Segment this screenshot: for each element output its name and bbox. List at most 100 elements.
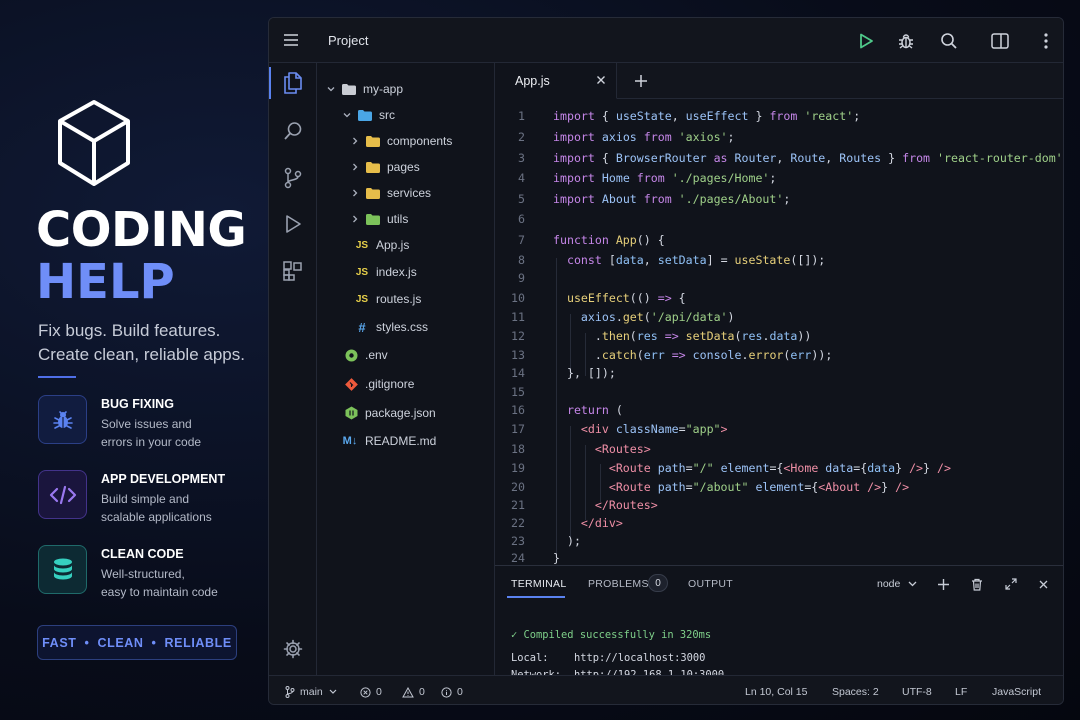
errors-indicator[interactable]: 0 — [360, 686, 382, 698]
warnings-indicator[interactable]: 0 — [402, 686, 425, 698]
code-line: useEffect(() => { — [566, 291, 686, 305]
code-line: function App() { — [553, 233, 665, 247]
source-control-icon[interactable] — [269, 158, 317, 198]
tree-folder-utils[interactable]: utils — [349, 209, 408, 229]
tree-folder-my-app[interactable]: my-app — [325, 79, 403, 99]
tree-file-routes-js[interactable]: JS routes.js — [355, 289, 421, 309]
code-line: </div> — [580, 516, 623, 530]
language-mode[interactable]: JavaScript — [992, 686, 1041, 698]
feature-bug-fixing: BUG FIXING Solve issues and errors in you… — [38, 395, 258, 449]
tree-file-readme-md[interactable]: M↓ README.md — [342, 431, 437, 451]
trash-icon[interactable] — [969, 576, 985, 592]
add-terminal-icon[interactable] — [935, 576, 951, 592]
file-explorer: my-app src components pages services uti… — [317, 63, 495, 675]
badge-separator: • — [84, 635, 90, 650]
search-icon[interactable] — [269, 111, 317, 151]
badge-separator: • — [151, 635, 157, 650]
more-icon[interactable] — [1035, 30, 1057, 52]
line-number: 9 — [518, 271, 525, 285]
feature-clean-code: CLEAN CODE Well-structured, easy to maint… — [38, 545, 258, 599]
badge-word: CLEAN — [97, 635, 144, 650]
project-title: Project — [328, 33, 369, 48]
feature-desc-line2: errors in your code — [101, 435, 202, 449]
line-number: 23 — [511, 534, 525, 548]
code-line: } — [553, 551, 560, 565]
error-icon — [360, 686, 371, 698]
info-indicator[interactable]: 0 — [441, 686, 463, 698]
terminal-local-label: Local: — [511, 652, 549, 664]
add-tab-icon[interactable] — [632, 72, 650, 90]
line-number: 1 — [518, 109, 525, 123]
badge-word: RELIABLE — [164, 635, 232, 650]
shell-select[interactable]: node — [877, 578, 917, 590]
search-icon[interactable] — [938, 30, 960, 52]
tab-app-js[interactable]: App.js — [495, 63, 617, 99]
code-line: <Route path="/" element={<Home data={dat… — [608, 461, 951, 475]
tree-file-index-js[interactable]: JS index.js — [355, 262, 417, 282]
markdown-file-icon: M↓ — [342, 435, 358, 447]
tab-terminal[interactable]: TERMINAL — [511, 578, 567, 590]
code-line: import { BrowserRouter as Router, Route,… — [553, 151, 1063, 165]
debug-icon[interactable] — [895, 30, 917, 52]
tagline-divider — [38, 376, 76, 378]
tree-folder-components[interactable]: components — [349, 131, 452, 151]
tree-folder-src[interactable]: src — [341, 105, 395, 125]
indentation[interactable]: Spaces: 2 — [832, 686, 879, 698]
line-number: 13 — [511, 348, 525, 362]
code-line: import Home from './pages/Home'; — [553, 171, 777, 185]
tagline-line1: Fix bugs. Build features. — [38, 321, 221, 340]
code-editor[interactable]: 1 import { useState, useEffect } from 're… — [495, 99, 1063, 565]
line-number: 18 — [511, 442, 525, 456]
extensions-icon[interactable] — [269, 251, 317, 291]
code-line: import About from './pages/About'; — [553, 192, 791, 206]
folder-icon — [341, 83, 357, 95]
tree-folder-pages[interactable]: pages — [349, 157, 420, 177]
tree-folder-services[interactable]: services — [349, 183, 431, 203]
warnings-count: 0 — [419, 686, 425, 698]
tree-file-gitignore[interactable]: .gitignore — [343, 374, 414, 394]
feature-title: APP DEVELOPMENT — [101, 472, 226, 486]
tree-file-package-json[interactable]: package.json — [343, 403, 436, 423]
split-editor-icon[interactable] — [989, 30, 1011, 52]
hero-title-line1: CODING — [36, 202, 247, 258]
settings-icon[interactable] — [269, 629, 317, 669]
shell-name: node — [877, 578, 901, 590]
info-count: 0 — [457, 686, 463, 698]
branch-indicator[interactable]: main — [285, 686, 342, 698]
maximize-icon[interactable] — [1003, 576, 1019, 592]
values-badge: FAST • CLEAN • RELIABLE — [37, 625, 237, 660]
code-line: </Routes> — [594, 498, 658, 512]
tree-file-styles-css[interactable]: # styles.css — [355, 317, 428, 337]
chevron-right-icon — [349, 162, 361, 172]
tab-problems[interactable]: PROBLEMS — [588, 578, 649, 590]
tree-file-app-js[interactable]: JS App.js — [355, 235, 409, 255]
close-icon[interactable] — [1035, 576, 1051, 592]
feature-title: BUG FIXING — [101, 397, 174, 411]
code-line: <div className="app"> — [580, 422, 728, 436]
menu-icon[interactable] — [283, 32, 299, 48]
tree-label: services — [387, 186, 432, 200]
tab-output[interactable]: OUTPUT — [688, 578, 733, 590]
chevron-down-icon — [325, 84, 337, 94]
tree-label: my-app — [363, 82, 404, 96]
run-icon[interactable] — [855, 30, 877, 52]
info-icon — [441, 686, 452, 698]
tree-file-env[interactable]: .env — [343, 345, 388, 365]
tree-label: src — [379, 108, 395, 122]
cursor-position[interactable]: Ln 10, Col 15 — [745, 686, 807, 698]
terminal-local-url[interactable]: http://localhost:3000 — [574, 652, 705, 664]
tree-label: package.json — [365, 406, 436, 420]
tree-label: .env — [365, 348, 388, 362]
line-ending[interactable]: LF — [955, 686, 967, 698]
explorer-icon[interactable] — [269, 63, 317, 103]
line-number: 22 — [511, 516, 525, 530]
git-branch-icon — [285, 686, 295, 698]
feature-desc-line1: Build simple and — [101, 492, 190, 506]
editor-tab-bar: App.js — [495, 63, 1063, 99]
folder-icon — [365, 135, 381, 147]
encoding[interactable]: UTF-8 — [902, 686, 932, 698]
code-line: axios.get('/api/data') — [580, 310, 735, 324]
run-debug-icon[interactable] — [269, 204, 317, 244]
folder-icon — [365, 161, 381, 173]
close-icon[interactable] — [595, 74, 607, 86]
